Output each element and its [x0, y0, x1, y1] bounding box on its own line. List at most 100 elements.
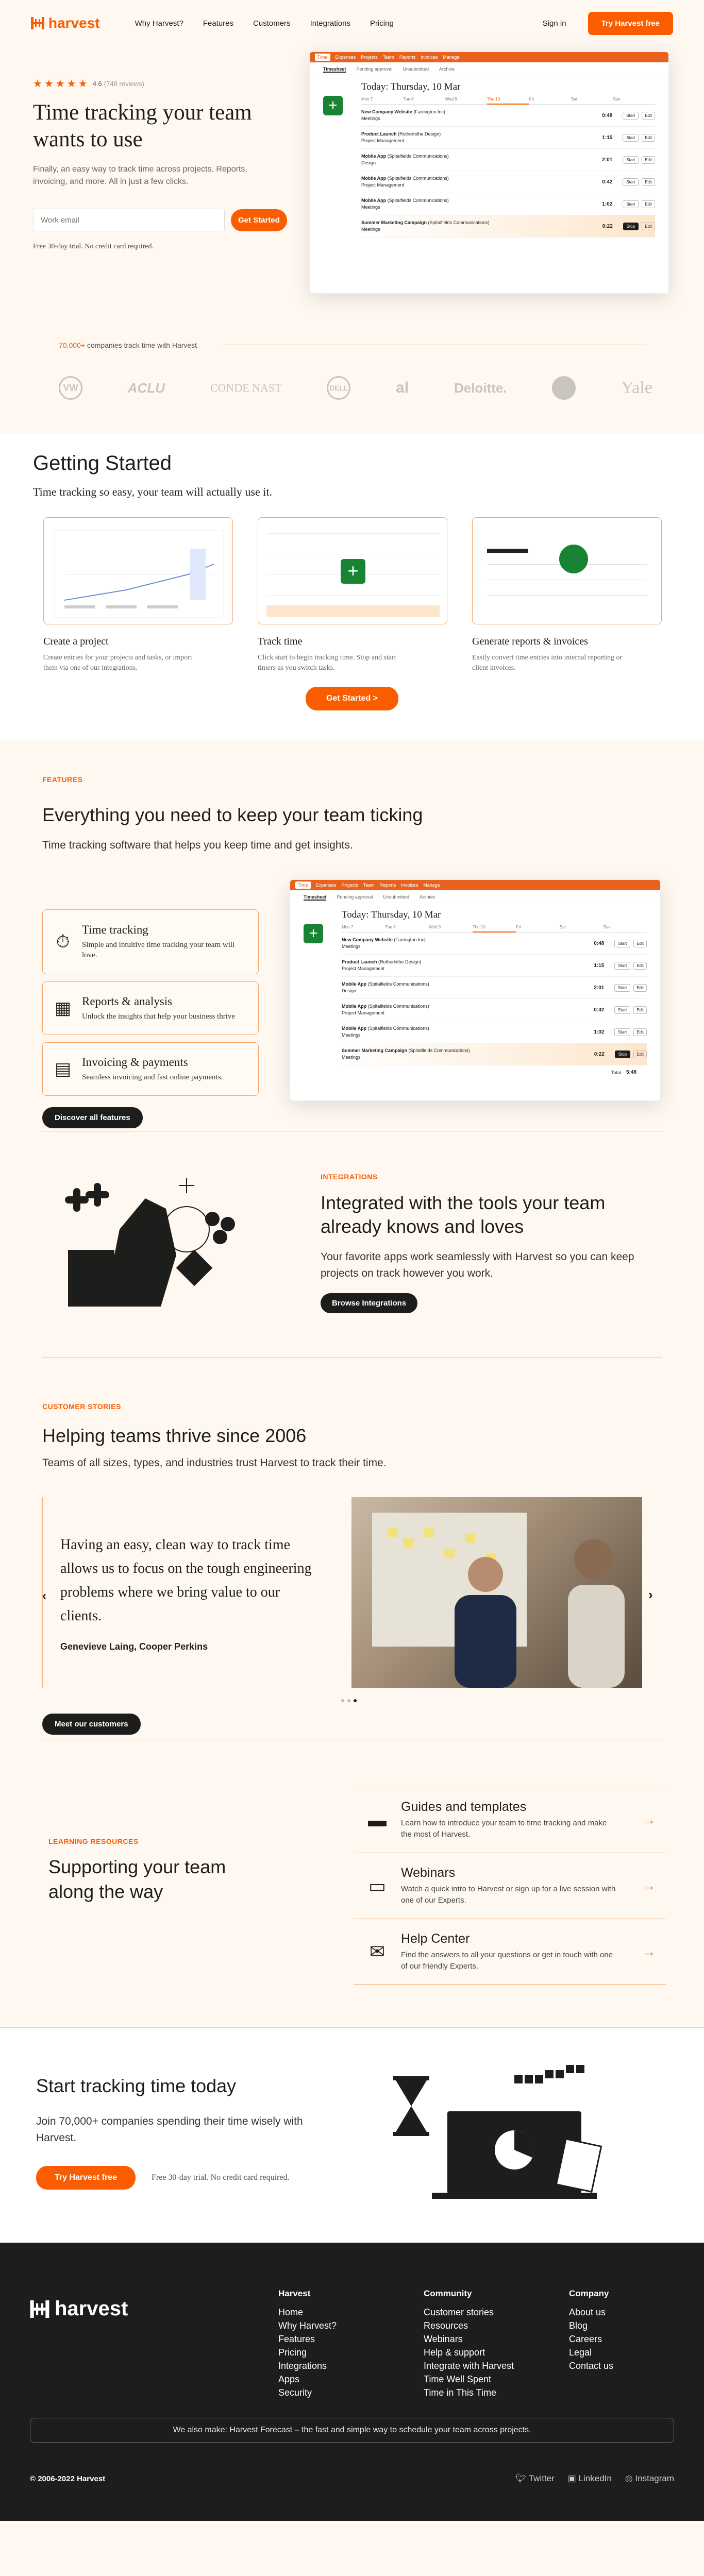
step-text: Click start to begin tracking time. Stop…: [258, 654, 396, 672]
footer-link[interactable]: Customer stories: [424, 2306, 514, 2319]
try-free-button[interactable]: Try Harvest free: [36, 2166, 136, 2190]
entry-start: Start: [614, 1006, 631, 1014]
entry-task: Project Management: [361, 182, 405, 188]
carousel-dot-active[interactable]: [354, 1699, 357, 1702]
footer-link[interactable]: Integrate with Harvest: [424, 2359, 514, 2372]
browse-integrations-button[interactable]: Browse Integrations: [321, 1293, 418, 1313]
entry-start: Start: [623, 133, 639, 142]
entry-edit: Edit: [633, 1028, 647, 1036]
app-nav-item: Expenses: [335, 55, 356, 60]
feature-title: Invoicing & payments: [82, 1056, 188, 1069]
entry-client: (Spitalfields Communications): [428, 220, 490, 225]
chart-icon: ▦: [54, 998, 72, 1018]
footer-link[interactable]: Time Well Spent: [424, 2372, 514, 2386]
entry-hours: 0:22: [594, 1051, 605, 1057]
get-started-button[interactable]: Get Started: [231, 209, 287, 231]
cta-section: Start tracking time today Join 70,000+ c…: [0, 2027, 704, 2243]
entry-project: Mobile App: [361, 198, 387, 203]
app-entry: Mobile App (Spitalfields Communications)…: [361, 171, 655, 193]
linkedin-link[interactable]: ▣ LinkedIn: [568, 2473, 612, 2484]
integrations-title: Integrated with the tools your team alre…: [321, 1192, 606, 1237]
app-nav-item: Invoices: [421, 55, 438, 60]
footer-link[interactable]: Blog: [569, 2319, 613, 2332]
star-icon: ★: [33, 78, 42, 90]
footer-link[interactable]: Careers: [569, 2332, 613, 2346]
discover-features-button[interactable]: Discover all features: [42, 1107, 143, 1128]
footer-link[interactable]: Legal: [569, 2346, 613, 2359]
step-text: Create entries for your projects and tas…: [43, 654, 192, 672]
nav-actions: Sign in Try Harvest free: [543, 11, 673, 35]
footer-link[interactable]: Pricing: [278, 2346, 337, 2359]
nav-link-why-harvest[interactable]: Why Harvest?: [135, 19, 183, 28]
app-body: + Today: Thursday, 10 Mar Mon 7 Tue 8 We…: [290, 903, 660, 1086]
entry-client: (Farrington Inc): [394, 937, 426, 942]
email-input[interactable]: [33, 209, 225, 231]
forecast-banner[interactable]: We also make: Harvest Forecast – the fas…: [30, 2418, 674, 2443]
carousel-dot[interactable]: [341, 1699, 344, 1702]
review-count[interactable]: (748 reviews): [104, 80, 144, 88]
instagram-link[interactable]: ◎ Instagram: [625, 2473, 674, 2484]
footer-col-title: Community: [424, 2289, 472, 2298]
get-started-button[interactable]: Get Started >: [306, 687, 398, 710]
footer-link[interactable]: Apps: [278, 2372, 337, 2386]
footer-link[interactable]: About us: [569, 2306, 613, 2319]
app-tabs: Timesheet Pending approval Unsubmitted A…: [290, 890, 660, 903]
nav-link-pricing[interactable]: Pricing: [370, 19, 394, 28]
entry-task: Project Management: [361, 138, 405, 143]
footer-logo[interactable]: harvest: [30, 2297, 128, 2320]
trust-count: 70,000+: [59, 341, 85, 349]
timesheet-illustration: +: [266, 533, 440, 617]
hero-title: Time tracking your team wants to use: [33, 100, 252, 151]
footer-link[interactable]: Time in This Time: [424, 2386, 514, 2399]
cta-title: Start tracking time today: [36, 2075, 237, 2096]
entry-edit: Edit: [633, 939, 647, 947]
entry-start: Start: [623, 156, 639, 164]
entry-client: (Spitalfields Communications): [387, 176, 449, 181]
meet-customers-button[interactable]: Meet our customers: [42, 1714, 141, 1735]
footer-link[interactable]: Security: [278, 2386, 337, 2399]
trial-note: Free 30-day trial. No credit card requir…: [152, 2173, 290, 2182]
carousel-prev-arrow[interactable]: ‹: [42, 1589, 46, 1603]
entry-project: Product Launch: [361, 131, 397, 137]
carousel-next-arrow[interactable]: ›: [648, 1587, 653, 1603]
entry-client: (Rotherhithe Design): [378, 959, 422, 964]
resource-help-center[interactable]: ✉ Help Center Find the answers to all you…: [354, 1919, 666, 1985]
footer-link[interactable]: Webinars: [424, 2332, 514, 2346]
feature-text: Simple and intuitive time tracking your …: [82, 941, 235, 959]
entry-edit: Edit: [633, 984, 647, 992]
app-nav-item: Manage: [443, 55, 460, 60]
footer-link[interactable]: Resources: [424, 2319, 514, 2332]
footer-link[interactable]: Why Harvest?: [278, 2319, 337, 2332]
resource-list: ▬ Guides and templates Learn how to intro…: [354, 1787, 666, 1985]
al-logo: al: [396, 379, 409, 396]
footer-link[interactable]: Integrations: [278, 2359, 337, 2372]
social-links: 🐦︎ Twitter ▣ LinkedIn ◎ Instagram: [515, 2473, 674, 2484]
resource-webinars[interactable]: ▭ Webinars Watch a quick intro to Harvest…: [354, 1853, 666, 1919]
resource-title: Webinars: [401, 1866, 456, 1880]
nav-link-features[interactable]: Features: [203, 19, 233, 28]
feature-reports[interactable]: ▦ Reports & analysis Unlock the insights …: [42, 981, 259, 1035]
carousel-dot[interactable]: [347, 1699, 350, 1702]
entry-project: New Company Website: [361, 109, 412, 114]
rating-value: 4.6: [92, 80, 102, 88]
rating-row: ★ ★ ★ ★ ★ 4.6 (748 reviews): [33, 77, 301, 90]
footer-link[interactable]: Features: [278, 2332, 337, 2346]
resource-title: Help Center: [401, 1931, 470, 1946]
footer-link[interactable]: Contact us: [569, 2359, 613, 2372]
sign-in-link[interactable]: Sign in: [543, 19, 566, 28]
nav-link-integrations[interactable]: Integrations: [310, 19, 350, 28]
harvest-logo[interactable]: harvest: [31, 15, 100, 31]
twitter-link[interactable]: 🐦︎ Twitter: [515, 2473, 555, 2484]
feature-invoicing[interactable]: ▤ Invoicing & payments Seamless invoicing…: [42, 1042, 259, 1096]
footer-link[interactable]: Home: [278, 2306, 337, 2319]
try-free-button[interactable]: Try Harvest free: [588, 11, 673, 35]
feature-time-tracking[interactable]: ⏱ Time tracking Simple and intuitive time…: [42, 909, 259, 974]
aclu-logo: ACLU: [127, 380, 165, 396]
footer-link[interactable]: Help & support: [424, 2346, 514, 2359]
nav-link-customers[interactable]: Customers: [253, 19, 291, 28]
brand-name: harvest: [48, 15, 100, 31]
harvest-logo-icon: [31, 17, 44, 29]
resource-guides[interactable]: ▬ Guides and templates Learn how to intro…: [354, 1787, 666, 1853]
integrations-text: INTEGRATIONS Integrated with the tools y…: [321, 1173, 650, 1313]
entry-project: Mobile App: [342, 1026, 367, 1031]
